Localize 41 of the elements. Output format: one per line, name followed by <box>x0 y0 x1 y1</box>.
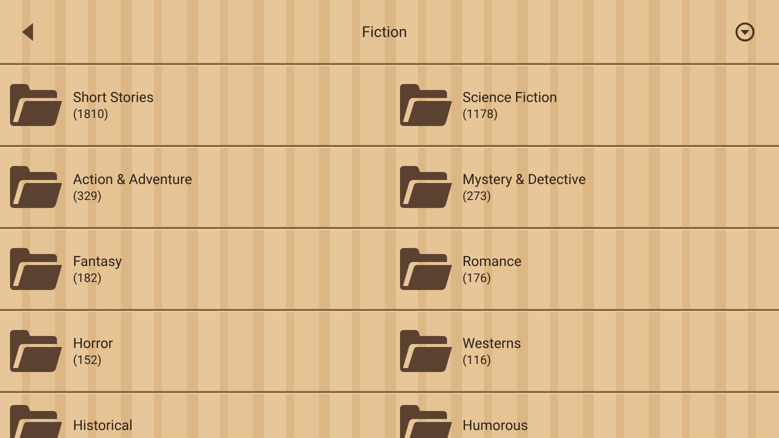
folder-icon <box>10 84 62 126</box>
folder-icon <box>10 405 62 438</box>
category-name: Horror <box>73 334 114 352</box>
category-name: Westerns <box>462 334 522 352</box>
category-count: (273) <box>462 188 492 204</box>
folder-icon <box>10 248 62 290</box>
screen-title: Fiction <box>362 22 408 40</box>
category-name: Romance <box>462 252 522 270</box>
category-name: Mystery & Detective <box>462 170 586 188</box>
category-item[interactable]: Fantasy (182) <box>0 229 390 309</box>
category-name: Humorous <box>462 417 528 435</box>
folder-icon <box>10 166 62 208</box>
category-count: (176) <box>462 270 492 286</box>
category-item[interactable]: Westerns (116) <box>390 311 779 391</box>
category-name: Action & Adventure <box>73 170 192 188</box>
folder-icon <box>400 330 452 372</box>
category-item[interactable]: Horror (152) <box>0 311 390 391</box>
category-name: Fantasy <box>73 252 122 270</box>
folder-icon <box>400 166 452 208</box>
category-item[interactable]: Humorous <box>390 393 779 438</box>
category-count: (329) <box>73 188 103 204</box>
folder-icon <box>400 405 452 438</box>
folder-icon <box>400 84 452 126</box>
folder-icon <box>400 248 452 290</box>
category-count: (1810) <box>73 106 110 122</box>
category-item[interactable]: Action & Adventure (329) <box>0 147 390 227</box>
category-count: (182) <box>73 270 103 286</box>
category-item[interactable]: Short Stories (1810) <box>0 65 390 145</box>
category-item[interactable]: Mystery & Detective (273) <box>390 147 779 227</box>
category-name: Short Stories <box>73 88 154 106</box>
category-item[interactable]: Historical <box>0 393 390 438</box>
category-count: (1178) <box>462 106 499 122</box>
dropdown-icon[interactable] <box>735 22 755 42</box>
category-count: (152) <box>73 352 103 368</box>
category-item[interactable]: Romance (176) <box>390 229 779 309</box>
category-name: Historical <box>73 417 133 435</box>
back-icon[interactable] <box>22 22 34 40</box>
category-name: Science Fiction <box>462 88 558 106</box>
category-item[interactable]: Science Fiction (1178) <box>390 65 779 145</box>
category-count: (116) <box>462 352 492 368</box>
folder-icon <box>10 330 62 372</box>
